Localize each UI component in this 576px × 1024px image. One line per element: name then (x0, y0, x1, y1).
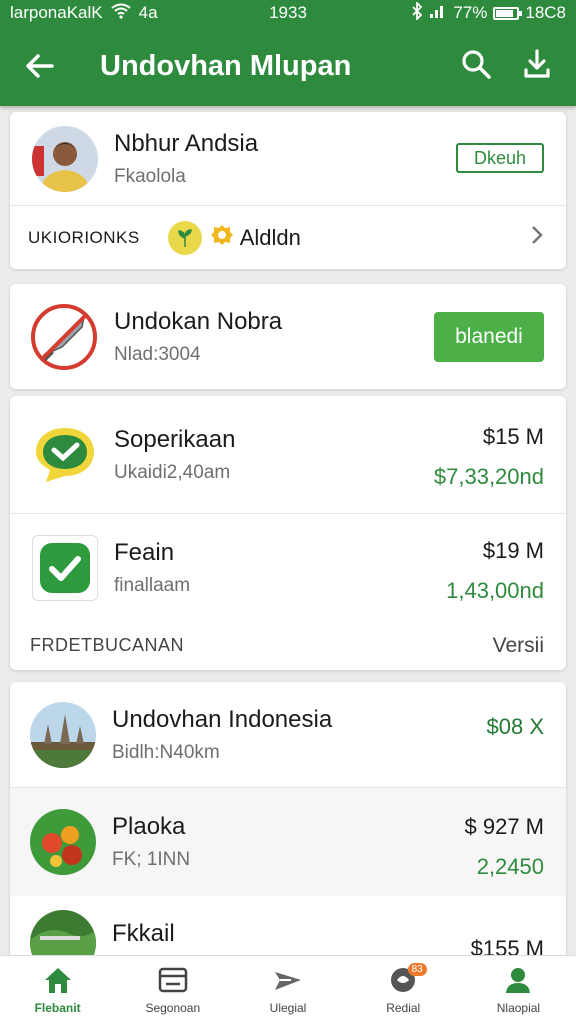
leaf-icon (167, 220, 202, 255)
search-icon[interactable] (460, 48, 492, 85)
clock-right: 18C8 (525, 3, 566, 22)
featured-title: Undokan Nobra (114, 307, 283, 335)
notification-badge: 83 (407, 963, 427, 976)
item-title: Fkkail (112, 920, 175, 947)
tags-row[interactable]: UKIORIONKS Aldldn (10, 206, 566, 269)
nav-label: Segonoan (145, 1000, 201, 1015)
landscape-thumbnail (30, 910, 96, 955)
item-value: $08 X (486, 714, 545, 739)
tags-row-label: UKIORIONKS (28, 227, 140, 247)
item-title: Plaoka (112, 813, 186, 840)
avatar (32, 125, 98, 192)
chat-bubble-icon (32, 422, 98, 488)
check-icon (32, 534, 98, 601)
nav-item-home[interactable]: Flebanit (0, 956, 115, 1024)
item-value: 1,43,00nd (446, 578, 544, 603)
wifi-icon (111, 3, 131, 24)
download-icon[interactable] (522, 48, 552, 85)
list-item[interactable]: Undovhan Indonesia Bidlh:N40km $08 X (10, 682, 566, 787)
item-title: Undovhan Indonesia (112, 705, 333, 733)
nav-label: Nlaopial (496, 1000, 541, 1015)
featured-card: Undokan Nobra Nlad:3004 blanedi (10, 284, 566, 389)
profile-row[interactable]: Nbhur Andsia Fkaolola Dkeuh (10, 112, 566, 205)
battery-percent: 77% (453, 3, 488, 22)
featured-action-button[interactable]: blanedi (434, 312, 544, 362)
battery-level (496, 9, 514, 17)
badge-icon (210, 223, 234, 252)
app-bar: Undovhan Mlupan (0, 26, 576, 106)
item-subtitle: Ukaidi2,40am (114, 461, 231, 483)
item-subtitle: Bidlh:N40km (112, 741, 220, 763)
signal-text: 4a (138, 3, 158, 22)
bottom-nav: Flebanit Segonoan Ulegial 83 Redial Nlao… (0, 955, 576, 1024)
item-subtitle: FK; 1INN (112, 849, 191, 870)
list-card: Undovhan Indonesia Bidlh:N40km $08 X Pla… (10, 682, 566, 955)
list-item[interactable]: Fkkail $155 M (10, 896, 566, 955)
list-item[interactable]: Feain finallaam $19 M 1,43,00nd (10, 514, 566, 621)
wallet-icon (158, 966, 188, 997)
item-subtitle: finallaam (114, 574, 191, 596)
profile-subtitle: Fkaolola (114, 165, 186, 187)
signal-bars-icon (429, 3, 447, 24)
profile-card: Nbhur Andsia Fkaolola Dkeuh UKIORIONKS A… (10, 112, 566, 269)
page-title: Undovhan Mlupan (100, 49, 352, 82)
home-icon (43, 966, 73, 997)
section-header: FRDETBUCANAN Versii (10, 621, 566, 670)
carrier-label: larponaKalK (10, 3, 103, 22)
item-value: $7,33,20nd (433, 464, 544, 489)
profile-name: Nbhur Andsia (114, 129, 259, 157)
profile-icon (503, 966, 533, 997)
food-thumbnail (30, 809, 96, 875)
no-tool-icon (30, 303, 98, 371)
send-icon (273, 966, 303, 997)
nav-item-send[interactable]: Ulegial (230, 956, 345, 1024)
bluetooth-icon (411, 0, 423, 25)
item-value: 2,2450 (476, 854, 544, 879)
item-price: $ 927 M (464, 814, 545, 839)
section-action-link[interactable]: Versii (493, 634, 544, 658)
tags-row-chip: Aldldn (239, 224, 301, 250)
section-label: FRDETBUCANAN (30, 635, 185, 655)
back-arrow-icon[interactable] (0, 26, 80, 106)
nav-item-wallet[interactable]: Segonoan (115, 956, 230, 1024)
chevron-right-icon (530, 225, 544, 250)
featured-subtitle: Nlad:3004 (114, 343, 201, 365)
nav-item-notifications[interactable]: 83 Redial (346, 956, 461, 1024)
nav-label: Redial (386, 1000, 421, 1015)
status-bar: larponaKalK 4a 1933 77% 18C8 (0, 0, 576, 26)
item-price: $19 M (482, 538, 544, 563)
item-title: Soperikaan (114, 425, 236, 453)
items-card: Soperikaan Ukaidi2,40am $15 M $7,33,20nd… (10, 396, 566, 670)
item-price: $155 M (470, 936, 544, 955)
featured-row[interactable]: Undokan Nobra Nlad:3004 blanedi (10, 284, 566, 389)
list-item[interactable]: Soperikaan Ukaidi2,40am $15 M $7,33,20nd (10, 396, 566, 513)
nav-label: Flebanit (34, 1000, 81, 1015)
item-title: Feain (114, 538, 175, 566)
profile-action-button[interactable]: Dkeuh (456, 143, 544, 173)
item-price: $15 M (482, 424, 544, 449)
temple-thumbnail (30, 701, 96, 768)
battery-icon (493, 6, 523, 20)
nav-item-profile[interactable]: Nlaopial (461, 956, 576, 1024)
nav-label: Ulegial (269, 1000, 307, 1015)
list-item[interactable]: Plaoka FK; 1INN $ 927 M 2,2450 (10, 788, 566, 896)
